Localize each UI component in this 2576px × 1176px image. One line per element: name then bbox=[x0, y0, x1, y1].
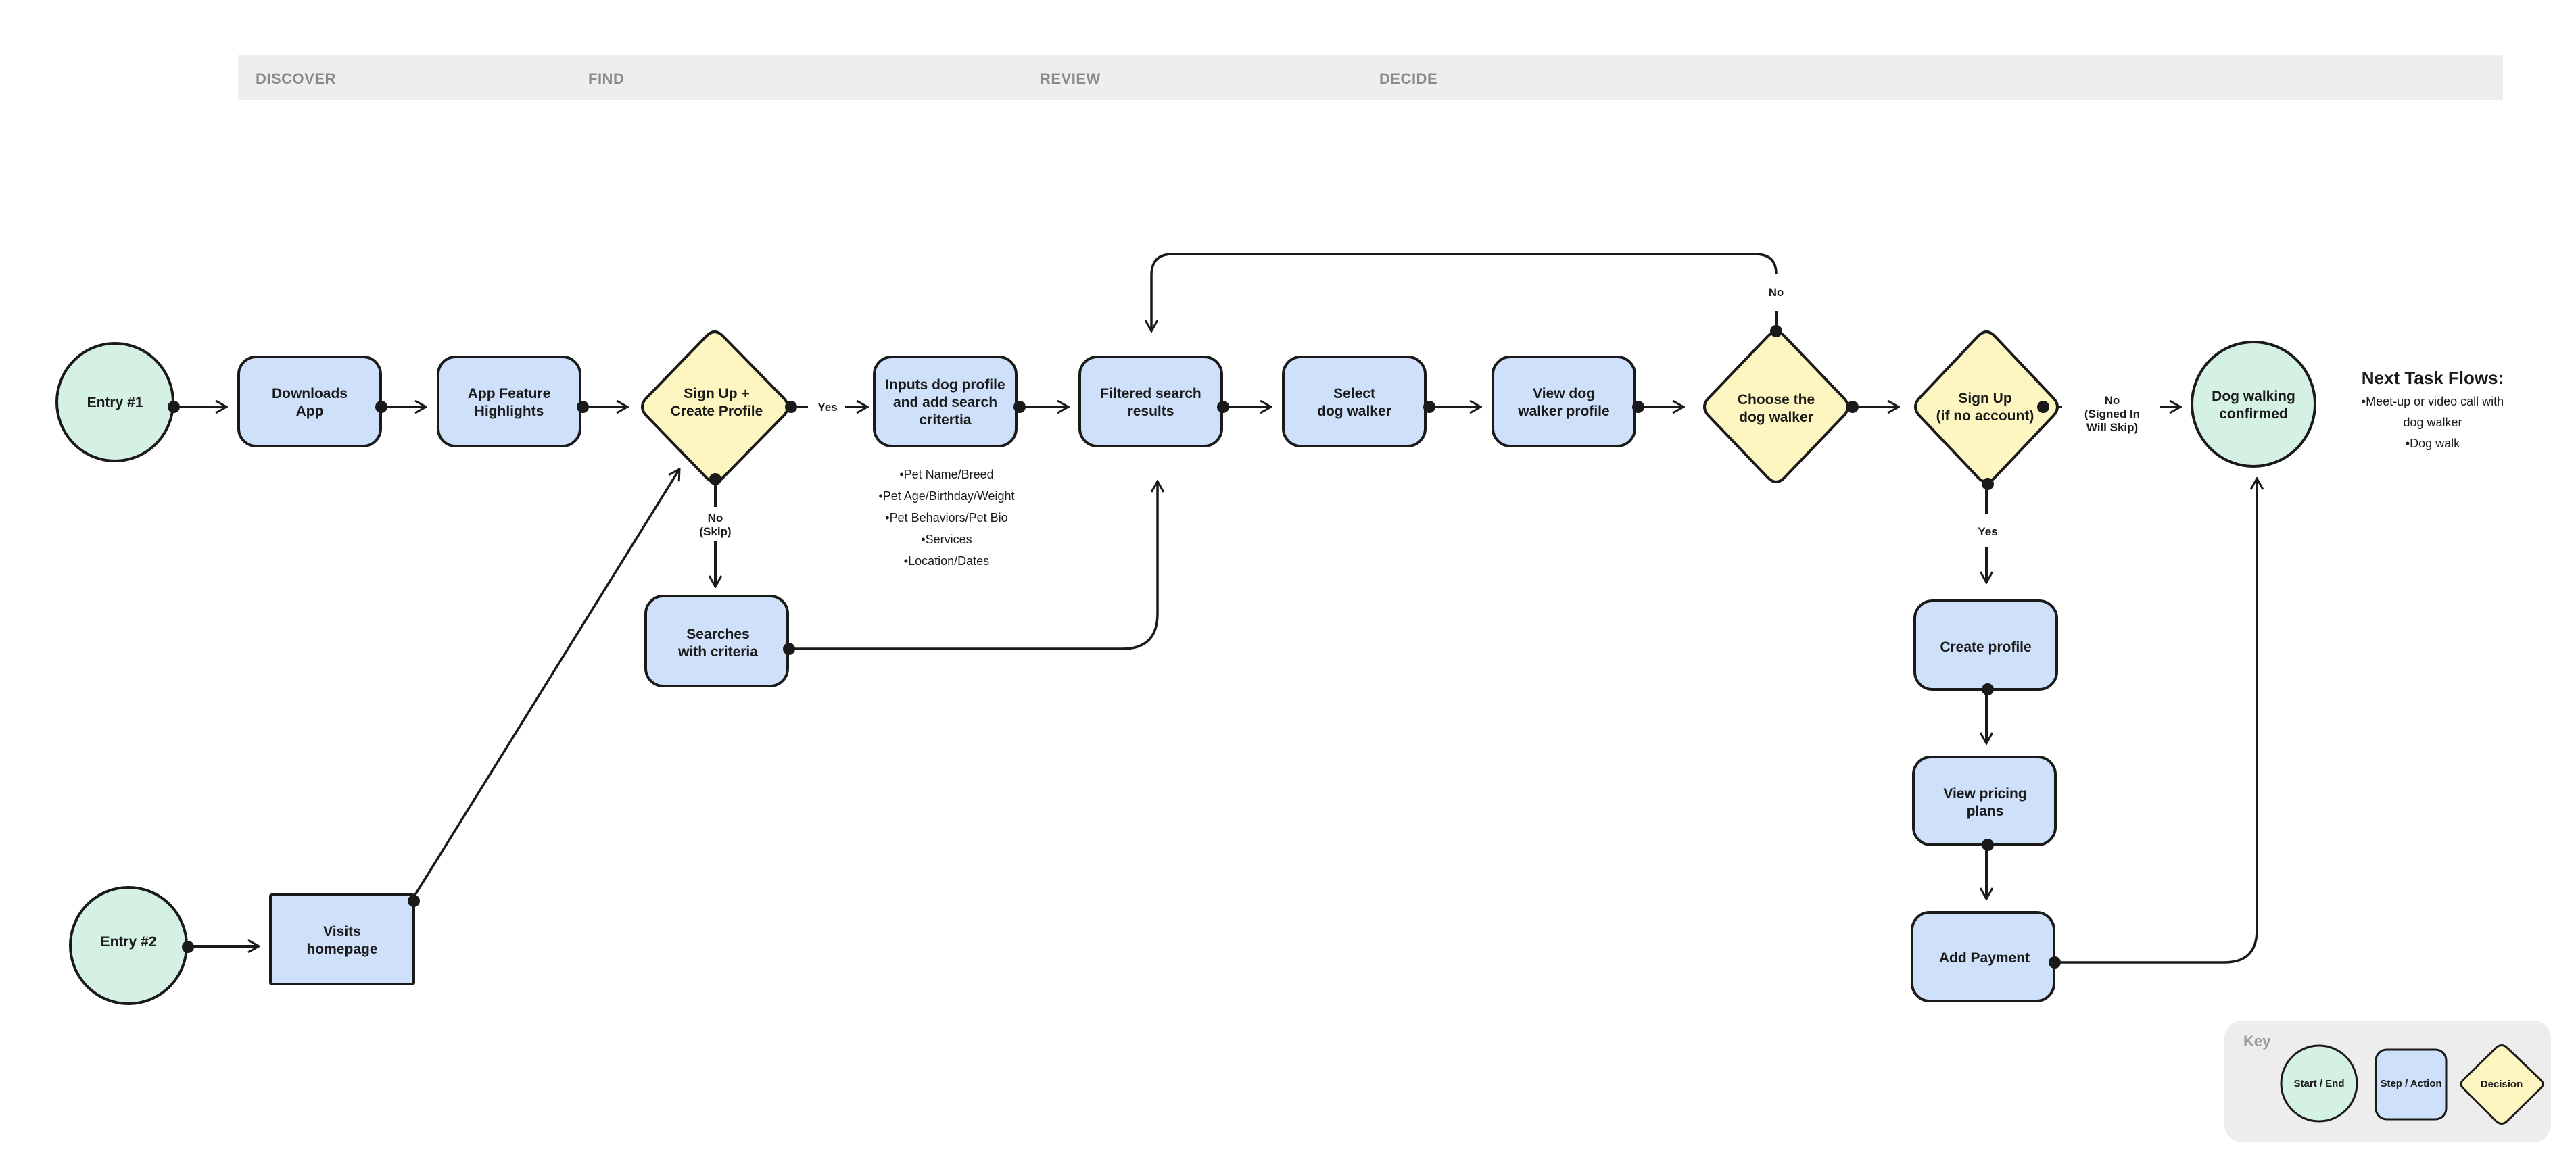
text-line: Downloads bbox=[272, 386, 348, 401]
text-line: Inputs dog profile bbox=[885, 377, 1005, 393]
text-line: App bbox=[296, 403, 324, 419]
edge-choose-no-loop bbox=[1151, 253, 1778, 331]
text-line: critertia bbox=[919, 412, 971, 428]
text-line: Dog walking bbox=[2212, 389, 2295, 404]
text-line: Sign Up bbox=[1958, 391, 2011, 406]
text-line: Entry #1 bbox=[87, 395, 143, 410]
text-line: walker profile bbox=[1517, 403, 1609, 419]
text-line: App Feature bbox=[468, 386, 551, 401]
legend-decision-label: Decision bbox=[2481, 1079, 2523, 1090]
confirmed-end-node bbox=[2191, 341, 2316, 468]
text-line: •Meet-up or video call with bbox=[2362, 395, 2504, 408]
text-line: Select bbox=[1333, 386, 1375, 401]
text-line: dog walker bbox=[1317, 403, 1391, 419]
text-line: Choose the bbox=[1738, 392, 1815, 408]
text-line: Will Skip) bbox=[2086, 421, 2138, 434]
feature-highlights-node bbox=[437, 356, 581, 447]
text-line: dog walker bbox=[1739, 410, 1813, 425]
connector-dot bbox=[785, 401, 797, 413]
next-task-flows-title: Next Task Flows: bbox=[2362, 368, 2504, 388]
text-line: No bbox=[2105, 394, 2120, 407]
text-line: Searches bbox=[686, 627, 749, 642]
add-payment-label: Add Payment bbox=[1939, 950, 2030, 966]
entry-1-label: Entry #1 bbox=[87, 395, 143, 410]
connector-dot bbox=[375, 401, 387, 413]
text-line: Filtered search bbox=[1100, 386, 1201, 401]
text-line: •Dog walk bbox=[2406, 437, 2460, 450]
text-line: homepage bbox=[306, 941, 377, 957]
connector-dot bbox=[709, 473, 721, 485]
connector-dot bbox=[182, 941, 194, 953]
signup2-yes-label: Yes bbox=[1978, 525, 1997, 538]
create-profile-label: Create profile bbox=[1940, 639, 2031, 655]
text-line: (if no account) bbox=[1936, 408, 2034, 424]
signup-if-none-decision bbox=[1914, 330, 2059, 483]
text-line: Entry #2 bbox=[101, 934, 157, 950]
legend-title: Key bbox=[2243, 1033, 2271, 1050]
text-line: plans bbox=[1967, 804, 2004, 819]
text-line: with criteria bbox=[677, 644, 758, 660]
text-line: Highlights bbox=[475, 403, 544, 419]
connector-dot bbox=[1846, 401, 1859, 413]
text-line: confirmed bbox=[2219, 406, 2288, 422]
flow-diagram: Entry #1 Downloads App App Feature Highlig… bbox=[55, 253, 2551, 1142]
edge-homepage-signup bbox=[410, 469, 679, 901]
text-line: Add Payment bbox=[1939, 950, 2030, 966]
signup-no-label: No (Skip) bbox=[699, 512, 731, 538]
signup-yes-label: Yes bbox=[817, 401, 837, 414]
text-line: (Skip) bbox=[699, 525, 731, 538]
connector-dot bbox=[783, 643, 795, 655]
text-line: •Services bbox=[921, 533, 972, 546]
text-line: View dog bbox=[1533, 386, 1595, 401]
signup2-no-label: No (Signed In Will Skip) bbox=[2084, 394, 2140, 434]
connector-dot bbox=[1217, 401, 1229, 413]
connector-dot bbox=[168, 401, 180, 413]
legend-key: Key Start / End Step / Action Decision bbox=[2224, 1021, 2551, 1142]
text-line: •Location/Dates bbox=[904, 554, 989, 568]
criteria-list: •Pet Name/Breed •Pet Age/Birthday/Weight •… bbox=[878, 468, 1014, 568]
text-line: •Pet Name/Breed bbox=[899, 468, 993, 481]
view-walker-profile-node bbox=[1492, 356, 1636, 447]
text-line: results bbox=[1128, 403, 1174, 419]
text-line: dog walker bbox=[2403, 416, 2462, 429]
connector-dot bbox=[1982, 839, 1994, 851]
entry-2-label: Entry #2 bbox=[101, 934, 157, 950]
connector-dot bbox=[2037, 401, 2049, 413]
next-task-flows-list: •Meet-up or video call with dog walker •Do… bbox=[2362, 395, 2504, 450]
text-line: •Pet Behaviors/Pet Bio bbox=[885, 511, 1007, 524]
connector-dot bbox=[1423, 401, 1435, 413]
downloads-app-node bbox=[237, 356, 382, 447]
choose-no-label: No bbox=[1769, 286, 1784, 299]
filtered-results-node bbox=[1078, 356, 1223, 447]
connector-dot bbox=[1013, 401, 1026, 413]
connector-dot bbox=[1770, 325, 1782, 337]
text-line: No bbox=[708, 512, 723, 524]
connector-dot bbox=[2049, 956, 2061, 969]
connector-dot bbox=[1982, 478, 1994, 490]
text-line: View pricing bbox=[1943, 786, 2026, 802]
legend-start-end-label: Start / End bbox=[2293, 1078, 2344, 1089]
text-line: Create Profile bbox=[671, 403, 763, 419]
text-line: (Signed In bbox=[2084, 408, 2140, 420]
text-line: and add search bbox=[893, 395, 997, 410]
text-line: Create profile bbox=[1940, 639, 2031, 655]
edge-payment-confirmed bbox=[2053, 479, 2257, 964]
connector-dot bbox=[1982, 683, 1994, 695]
select-walker-node bbox=[1282, 356, 1427, 447]
connector-dot bbox=[577, 401, 589, 413]
connector-dot bbox=[1632, 401, 1644, 413]
visits-homepage-node bbox=[269, 893, 415, 985]
legend-step-label: Step / Action bbox=[2380, 1078, 2441, 1089]
text-line: Sign Up + bbox=[684, 386, 749, 401]
text-line: Visits bbox=[323, 924, 361, 939]
text-line: •Pet Age/Birthday/Weight bbox=[878, 489, 1014, 503]
connector-dot bbox=[408, 895, 420, 907]
